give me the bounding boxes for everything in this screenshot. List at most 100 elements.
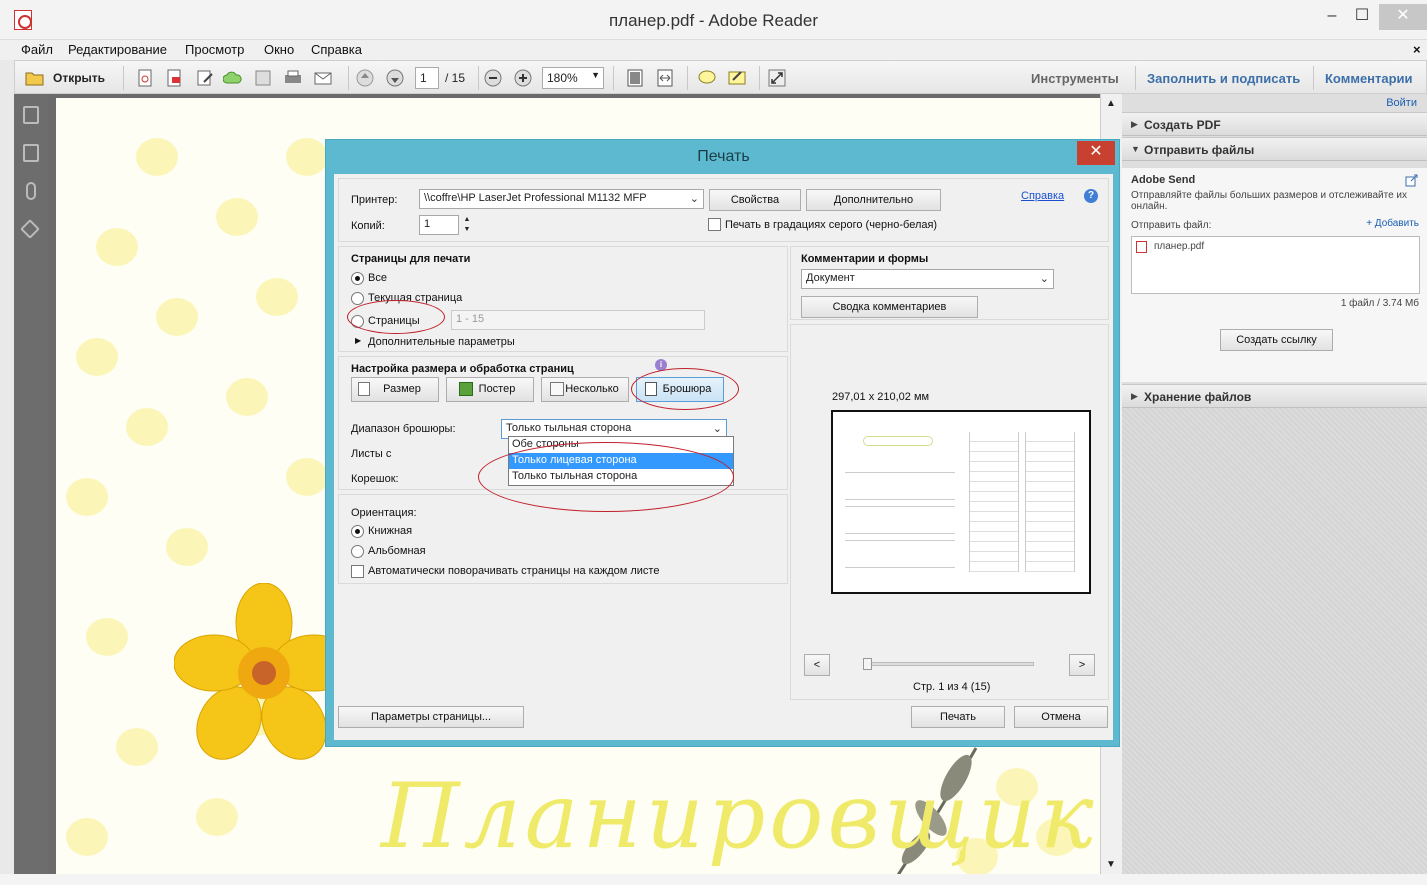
portrait-radio[interactable] [351,525,364,538]
bookmarks-icon[interactable] [23,144,39,162]
zoom-in-icon[interactable] [513,68,533,88]
preview-next-button[interactable]: > [1069,654,1095,676]
previous-page-icon[interactable] [355,68,375,88]
menu-bar: Файл Редактирование Просмотр Окно Справк… [0,40,1427,60]
open-button[interactable]: Открыть [53,71,105,85]
help-icon[interactable]: ? [1084,189,1098,203]
pages-all-radio[interactable] [351,272,364,285]
preview-column [1025,432,1075,572]
right-task-pane: Войти ▶ Создать PDF ▼ Отправить файлы Adob… [1122,94,1427,874]
zoom-select[interactable]: 180% ▼ [542,67,604,89]
polka-dot [116,728,158,766]
adobe-send-title: Adobe Send [1131,174,1196,186]
add-file-link[interactable]: + Добавить [1366,218,1419,229]
create-pdf-icon[interactable] [135,68,155,88]
create-pdf-section[interactable]: ▶ Создать PDF [1122,112,1427,136]
fill-sign-pane-button[interactable]: Заполнить и подписать [1147,71,1300,86]
menu-file[interactable]: Файл [21,42,53,57]
zoom-out-icon[interactable] [483,68,503,88]
polka-dot [66,478,108,516]
highlight-icon[interactable] [727,68,747,88]
fit-width-icon[interactable] [655,68,675,88]
menu-close-doc-icon[interactable]: × [1413,42,1421,57]
storage-header: Хранение файлов [1144,390,1252,404]
preview-slider[interactable] [863,658,1034,670]
scroll-down-icon[interactable]: ▼ [1106,859,1116,870]
page-setup-button[interactable]: Параметры страницы... [338,706,524,728]
poster-icon [459,382,473,396]
copies-input[interactable]: 1 [419,215,459,235]
advanced-button[interactable]: Дополнительно [806,189,941,211]
dialog-close-button[interactable]: ✕ [1077,141,1115,165]
menu-window[interactable]: Окно [264,42,294,57]
storage-section[interactable]: ▶ Хранение файлов [1122,384,1427,408]
print-icon[interactable] [283,68,303,88]
help-link[interactable]: Справка [1021,190,1064,202]
email-icon[interactable] [313,68,333,88]
polka-dot [66,818,108,856]
attachments-icon[interactable] [26,182,36,200]
print-button[interactable]: Печать [911,706,1005,728]
layers-icon[interactable] [20,219,40,239]
print-dialog: Печать ✕ Принтер: \\coffre\HP LaserJet P… [325,139,1120,747]
edit-pdf-icon[interactable] [195,68,215,88]
pages-current-radio[interactable] [351,292,364,305]
folder-open-icon[interactable] [25,68,45,88]
printer-select[interactable]: \\coffre\HP LaserJet Professional M1132 … [419,189,704,209]
multiple-button-label: Несколько [565,383,619,395]
slider-thumb[interactable] [863,658,872,670]
tools-pane-button[interactable]: Инструменты [1031,71,1119,86]
landscape-radio[interactable] [351,545,364,558]
poster-button[interactable]: Постер [446,377,534,402]
binding-label: Корешок: [351,473,399,485]
menu-edit[interactable]: Редактирование [68,42,167,57]
cancel-button[interactable]: Отмена [1014,706,1108,728]
create-link-button[interactable]: Создать ссылку [1220,329,1333,351]
file-list[interactable]: планер.pdf [1131,236,1420,294]
comments-forms-select[interactable]: Документ ⌄ [801,269,1054,289]
next-page-icon[interactable] [385,68,405,88]
preview-prev-button[interactable]: < [804,654,830,676]
expand-arrow-icon[interactable]: ▶ [355,336,361,345]
copies-stepper[interactable]: ▲ ▼ [461,215,473,235]
polka-dot [216,198,258,236]
adobe-send-description: Отправляйте файлы больших размеров и отс… [1131,190,1408,212]
save-icon[interactable] [253,68,273,88]
more-options-label[interactable]: Дополнительные параметры [368,336,515,348]
multiple-button[interactable]: Несколько [541,377,629,402]
polka-dot [166,528,208,566]
page-number-input[interactable]: 1 [415,67,439,89]
summarize-comments-button[interactable]: Сводка комментариев [801,296,978,318]
size-button[interactable]: Размер [351,377,439,402]
booklet-range-label: Диапазон брошюры: [351,423,456,435]
send-files-panel: Adobe Send Отправляйте файлы больших раз… [1122,168,1427,382]
fit-page-icon[interactable] [625,68,645,88]
preview-right-page [967,422,1079,586]
menu-view[interactable]: Просмотр [185,42,244,57]
page-thumbnails-icon[interactable] [23,106,39,124]
full-screen-icon[interactable] [767,68,787,88]
portrait-label: Книжная [368,525,413,537]
polka-dot [136,138,178,176]
separator [1313,66,1314,90]
login-link[interactable]: Войти [1386,97,1417,109]
preview-left-page [843,422,963,586]
comments-pane-button[interactable]: Комментарии [1325,71,1413,86]
properties-button[interactable]: Свойства [709,189,801,211]
scroll-up-icon[interactable]: ▲ [1106,98,1116,109]
polka-dot [156,298,198,336]
send-files-section[interactable]: ▼ Отправить файлы [1122,137,1427,161]
export-pdf-icon[interactable] [164,68,184,88]
title-bar: планер.pdf - Adobe Reader – ☐ ✕ [0,0,1427,40]
pages-range-input[interactable]: 1 - 15 [451,310,705,330]
chevron-down-icon: ⌄ [712,423,722,435]
sticky-note-icon[interactable] [697,68,717,88]
send-files-header: Отправить файлы [1144,143,1255,157]
close-button[interactable]: ✕ [1379,4,1427,30]
panel-background [1122,408,1427,874]
upload-cloud-icon[interactable] [223,68,243,88]
grayscale-checkbox[interactable] [708,218,721,231]
share-icon[interactable] [1405,174,1419,188]
menu-help[interactable]: Справка [311,42,362,57]
auto-rotate-checkbox[interactable] [351,565,364,578]
